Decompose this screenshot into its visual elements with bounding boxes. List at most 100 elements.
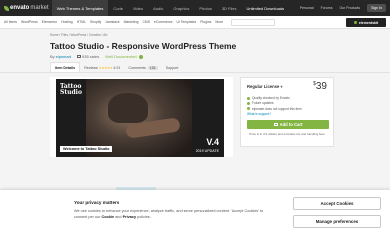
- nav-graphics[interactable]: Graphics: [168, 0, 194, 16]
- products-link[interactable]: Our Products: [339, 6, 360, 10]
- top-right-links: Personal Forums Our Products Sign In: [293, 4, 386, 12]
- elementskit-badge[interactable]: elementskit: [346, 18, 386, 27]
- cart-icon: [273, 123, 278, 127]
- list-item: eipsmart does not support this item: [247, 107, 327, 111]
- category-jamstack[interactable]: Jamstack: [105, 20, 119, 24]
- item-header: Home / Files / WordPress / Creative / Ar…: [0, 29, 390, 59]
- feature-label: Quality checked by Envato: [252, 96, 290, 100]
- purchase-column: Regular License ▾ $39 Quality checked by…: [240, 77, 334, 157]
- cookie-buttons: Accept Cookies Manage preferences: [293, 197, 381, 240]
- check-icon: [138, 54, 143, 59]
- category-more[interactable]: More: [215, 20, 223, 24]
- category-elementor[interactable]: Elementor: [42, 20, 57, 24]
- breadcrumb[interactable]: Home / Files / WordPress / Creative / Ar…: [50, 33, 340, 37]
- comments-label: Comments: [128, 66, 146, 70]
- check-icon: [247, 96, 250, 100]
- nav-unlimited-downloads[interactable]: Unlimited Downloads: [242, 0, 290, 16]
- list-item: Quality checked by Envato: [247, 96, 327, 100]
- price: $39: [313, 81, 327, 92]
- nav-video[interactable]: Video: [128, 0, 148, 16]
- category-shopify[interactable]: Shopify: [90, 20, 101, 24]
- theme-preview-image[interactable]: Tattoo Studio Welcome to Tattoo Studio V…: [56, 79, 224, 157]
- category-wordpress[interactable]: WordPress: [21, 20, 38, 24]
- badge-label: elementskit: [358, 20, 379, 25]
- badge-dot-icon: [353, 21, 357, 24]
- item-tabs: Item Details Reviews ★★★★★ 4.91 Comments…: [0, 62, 390, 73]
- add-to-cart-label: Add to Cart: [279, 122, 303, 128]
- by-label: By: [50, 54, 55, 59]
- price-note: Price is in US dollars and excludes tax …: [249, 132, 325, 137]
- feature-label: Future updates: [252, 101, 274, 106]
- top-bar: envato market Web Themes & Templates Cod…: [0, 0, 390, 16]
- preview-version: V.4: [206, 137, 219, 147]
- preview-column: Tattoo Studio Welcome to Tattoo Studio V…: [50, 77, 233, 157]
- cookie-and: and: [115, 214, 122, 219]
- well-documented-badge: Well Documented: [105, 54, 143, 59]
- preview-logo-line2: Studio: [60, 89, 82, 96]
- reviews-label: Reviews: [84, 66, 98, 70]
- add-to-cart-button[interactable]: Add to Cart: [247, 120, 329, 130]
- cookie-text: Your privacy matters We use cookies to e…: [74, 197, 264, 240]
- well-documented-label: Well Documented: [105, 54, 137, 59]
- tab-comments[interactable]: Comments 151: [124, 64, 161, 72]
- top-nav: Web Themes & Templates Code Video Audio …: [51, 0, 290, 16]
- category-html[interactable]: HTML: [77, 20, 86, 24]
- category-all-items[interactable]: All Items: [4, 20, 17, 24]
- brand-suffix: market: [30, 5, 49, 11]
- brand-name: envato: [10, 5, 30, 11]
- sales-count: 935 sales: [77, 54, 99, 59]
- page-title: Tattoo Studio - Responsive WordPress The…: [50, 41, 237, 51]
- category-marketing[interactable]: Marketing: [124, 20, 139, 24]
- cookie-policies: policies.: [137, 214, 151, 219]
- rating-stars-icon: ★★★★★: [98, 66, 113, 70]
- tab-support[interactable]: Support: [162, 64, 183, 72]
- category-hosting[interactable]: Hosting: [61, 20, 73, 24]
- category-cms[interactable]: CMS: [142, 20, 150, 24]
- preview-figure: [108, 93, 148, 123]
- forums-link[interactable]: Forums: [321, 6, 333, 10]
- license-box: Regular License ▾ $39 Quality checked by…: [240, 77, 334, 147]
- accept-cookies-button[interactable]: Accept Cookies: [293, 197, 381, 210]
- comments-count: 151: [147, 66, 158, 70]
- preview-logo: Tattoo Studio: [60, 84, 82, 96]
- check-icon: [247, 101, 250, 105]
- license-label: Regular License: [247, 84, 280, 89]
- sign-in-button[interactable]: Sign In: [367, 4, 386, 12]
- item-meta: By eipsmart 935 sales Well Documented: [50, 54, 340, 59]
- license-features: Quality checked by Envato Future updates…: [247, 96, 327, 116]
- preview-update: 2019 UPDATE: [195, 149, 219, 153]
- chevron-down-icon: ▾: [280, 84, 283, 89]
- nav-web-themes[interactable]: Web Themes & Templates: [51, 0, 109, 16]
- category-ui-templates[interactable]: UI Templates: [176, 20, 196, 24]
- tab-item-details[interactable]: Item Details: [50, 62, 81, 72]
- cookie-description: We use cookies to enhance your experienc…: [74, 209, 264, 220]
- nav-photos[interactable]: Photos: [194, 0, 216, 16]
- preview-welcome: Welcome to Tattoo Studio: [60, 146, 113, 152]
- sales-label: 935 sales: [82, 54, 100, 59]
- rating-value: 4.91: [113, 66, 121, 70]
- cookie-banner: Your privacy matters We use cookies to e…: [0, 190, 390, 240]
- author-link[interactable]: eipsmart: [56, 54, 71, 59]
- privacy-policy-link[interactable]: Privacy: [123, 215, 137, 219]
- tab-reviews[interactable]: Reviews ★★★★★ 4.91: [80, 64, 124, 72]
- nav-code[interactable]: Code: [108, 0, 128, 16]
- main-content: Tattoo Studio Welcome to Tattoo Studio V…: [0, 73, 390, 157]
- price-value: 39: [315, 81, 327, 92]
- list-item: Future updates: [247, 101, 327, 105]
- manage-preferences-button[interactable]: Manage preferences: [293, 215, 381, 228]
- personal-link[interactable]: Personal: [300, 6, 314, 10]
- category-plugins[interactable]: Plugins: [200, 20, 211, 24]
- nav-3d-files[interactable]: 3D Files: [217, 0, 242, 16]
- cookie-title: Your privacy matters: [74, 200, 120, 205]
- feature-label: eipsmart does not support this item: [252, 106, 302, 111]
- category-bar: All Items WordPress Elementor Hosting HT…: [0, 16, 390, 29]
- cart-icon: [77, 55, 82, 58]
- check-icon: [247, 107, 250, 111]
- search-input[interactable]: [231, 18, 276, 26]
- nav-audio[interactable]: Audio: [148, 0, 168, 16]
- leaf-icon: [4, 5, 9, 11]
- category-ecommerce[interactable]: eCommerce: [154, 20, 172, 24]
- support-link[interactable]: What is support?: [247, 112, 327, 116]
- envato-logo[interactable]: envato market: [4, 5, 49, 11]
- cookie-policy-link[interactable]: Cookie: [101, 215, 114, 219]
